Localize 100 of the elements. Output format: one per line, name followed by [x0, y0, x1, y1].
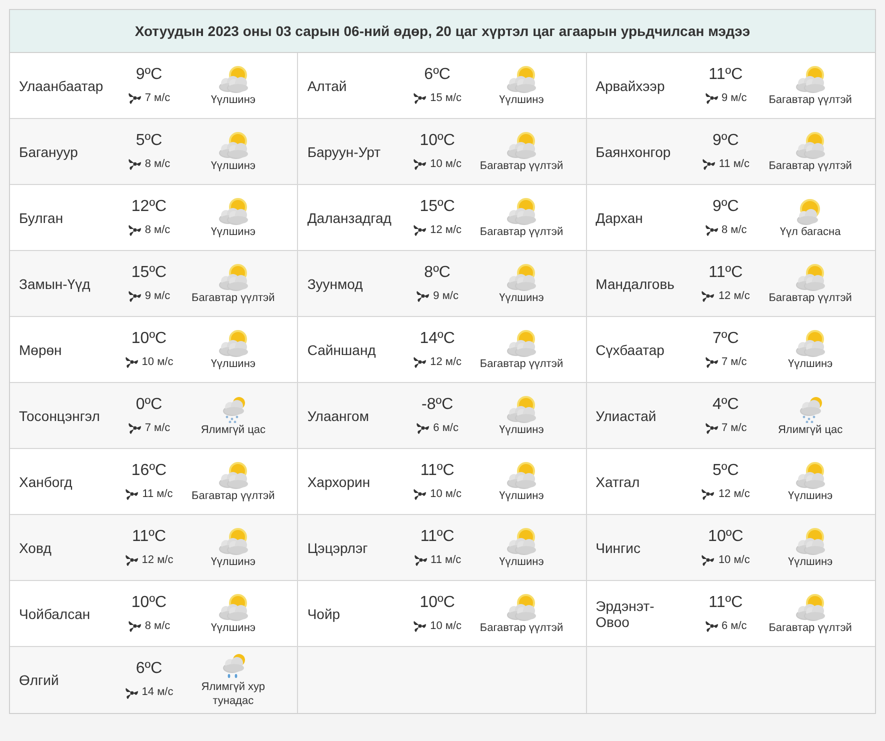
city-name: Даланзадгад: [307, 210, 392, 226]
wind-speed: 10 м/с: [430, 156, 462, 172]
wind-speed: 11 м/с: [142, 486, 173, 502]
wind-speed: 7 м/с: [722, 420, 747, 436]
fan-icon: [128, 223, 142, 237]
weather-condition: Үүлшинэ: [210, 620, 256, 634]
fan-icon: [128, 91, 142, 105]
sun-behind-clouds-icon: [218, 460, 248, 488]
city-name: Дархан: [596, 210, 644, 226]
sun-behind-clouds-icon: [795, 328, 826, 356]
weather-condition: Ялимгүй цас: [200, 422, 266, 436]
temperature: 11ºC: [420, 460, 454, 481]
fan-icon: [413, 355, 428, 369]
temperature: 10ºC: [708, 526, 744, 547]
fan-icon: [413, 619, 428, 633]
weather-condition: Үүл багасна: [780, 224, 841, 238]
city-name: Мандалговь: [596, 276, 676, 292]
fan-icon: [125, 487, 140, 501]
temperature: 4ºC: [712, 394, 739, 415]
city-name: Чойбалсан: [19, 606, 92, 622]
weather-condition: Багавтар үүлтэй: [192, 488, 275, 502]
fan-icon: [704, 421, 718, 435]
sun-behind-clouds-icon: [218, 64, 248, 92]
temperature: 11ºC: [420, 526, 454, 547]
fan-icon: [124, 553, 139, 567]
city-name: Хатгал: [596, 474, 641, 490]
city-name: Ховд: [19, 540, 52, 556]
fan-icon: [416, 421, 430, 435]
wind-speed: 10 м/с: [430, 486, 462, 502]
weather-condition: Үүлшинэ: [499, 422, 544, 436]
weather-condition: Багавтар үүлтэй: [192, 290, 275, 304]
wind-speed: 8 м/с: [144, 156, 170, 172]
city-name: Баруун-Урт: [307, 144, 382, 160]
fan-icon: [701, 289, 716, 303]
fan-icon: [124, 686, 139, 700]
fan-icon: [702, 157, 716, 171]
weather-condition: Багавтар үүлтэй: [480, 158, 564, 172]
fan-icon: [416, 289, 430, 303]
temperature: 6ºC: [136, 659, 162, 680]
weather-condition: Ялимгүй цас: [778, 422, 843, 436]
city-name: Баянхонгор: [596, 144, 672, 160]
sun-behind-clouds-icon: [506, 592, 536, 620]
temperature: 15ºC: [131, 262, 167, 283]
weather-condition: Багавтар үүлтэй: [768, 290, 852, 304]
city-name: Улиастай: [596, 408, 658, 424]
temperature: 11ºC: [708, 592, 743, 613]
weather-condition: Үүлшинэ: [499, 554, 544, 568]
wind-speed: 7 м/с: [722, 354, 747, 370]
sun-behind-clouds-icon: [506, 64, 536, 92]
temperature: 8ºC: [424, 262, 450, 283]
weather-condition: Үүлшинэ: [788, 488, 833, 502]
sun-behind-clouds-icon: [795, 262, 826, 290]
wind-speed: 7 м/с: [144, 420, 170, 436]
city-name: Өлгий: [19, 672, 60, 688]
wind-speed: 15 м/с: [430, 90, 462, 106]
sun-behind-clouds-icon: [795, 130, 826, 158]
city-name: Хархорин: [307, 474, 372, 490]
wind-speed: 12 м/с: [430, 222, 462, 238]
temperature: 14ºC: [420, 328, 455, 349]
weather-condition: Үүлшинэ: [788, 356, 833, 370]
sun-behind-clouds-icon: [218, 196, 248, 224]
wind-speed: 6 м/с: [722, 618, 747, 634]
fan-icon: [413, 223, 428, 237]
weather-condition: Багавтар үүлтэй: [768, 620, 852, 634]
city-name: Эрдэнэт-Овоо: [596, 598, 656, 630]
fan-icon: [704, 355, 718, 369]
fan-icon: [128, 421, 142, 435]
city-name: Ханбогд: [19, 474, 74, 490]
weather-condition: Үүлшинэ: [499, 92, 544, 106]
wind-speed: 10 м/с: [430, 618, 462, 634]
sun-behind-clouds-icon: [506, 196, 536, 224]
city-name: Улаанбаатар: [19, 78, 104, 94]
fan-icon: [413, 487, 428, 501]
sun-behind-clouds-icon: [795, 64, 826, 92]
weather-condition: Үүлшинэ: [210, 158, 256, 172]
temperature: 10ºC: [131, 328, 167, 349]
wind-speed: 10 м/с: [142, 354, 174, 370]
city-name: Тосонцэнгэл: [19, 408, 101, 424]
sun-behind-clouds-icon: [506, 262, 536, 290]
wind-speed: 12 м/с: [430, 354, 462, 370]
temperature: -8ºC: [422, 394, 454, 415]
wind-speed: 8 м/с: [144, 618, 170, 634]
sun-behind-clouds-icon: [506, 130, 536, 158]
wind-speed: 10 м/с: [718, 552, 750, 568]
city-name: Улаангом: [307, 408, 370, 424]
sun-behind-clouds-icon: [218, 130, 248, 158]
city-name: Алтай: [307, 78, 348, 94]
fan-icon: [128, 619, 142, 633]
wind-speed: 11 м/с: [430, 552, 462, 568]
sun-behind-clouds-icon: [218, 328, 248, 356]
weather-condition: Үүлшинэ: [210, 92, 256, 106]
city-name: Багануур: [19, 144, 79, 160]
temperature: 10ºC: [420, 592, 455, 613]
wind-speed: 7 м/с: [144, 90, 170, 106]
city-name: Чойр: [307, 606, 342, 622]
temperature: 16ºC: [131, 460, 167, 481]
temperature: 6ºC: [424, 64, 450, 85]
city-name: Булган: [19, 210, 64, 226]
sun-behind-clouds-icon: [795, 592, 826, 620]
temperature: 15ºC: [420, 196, 455, 217]
